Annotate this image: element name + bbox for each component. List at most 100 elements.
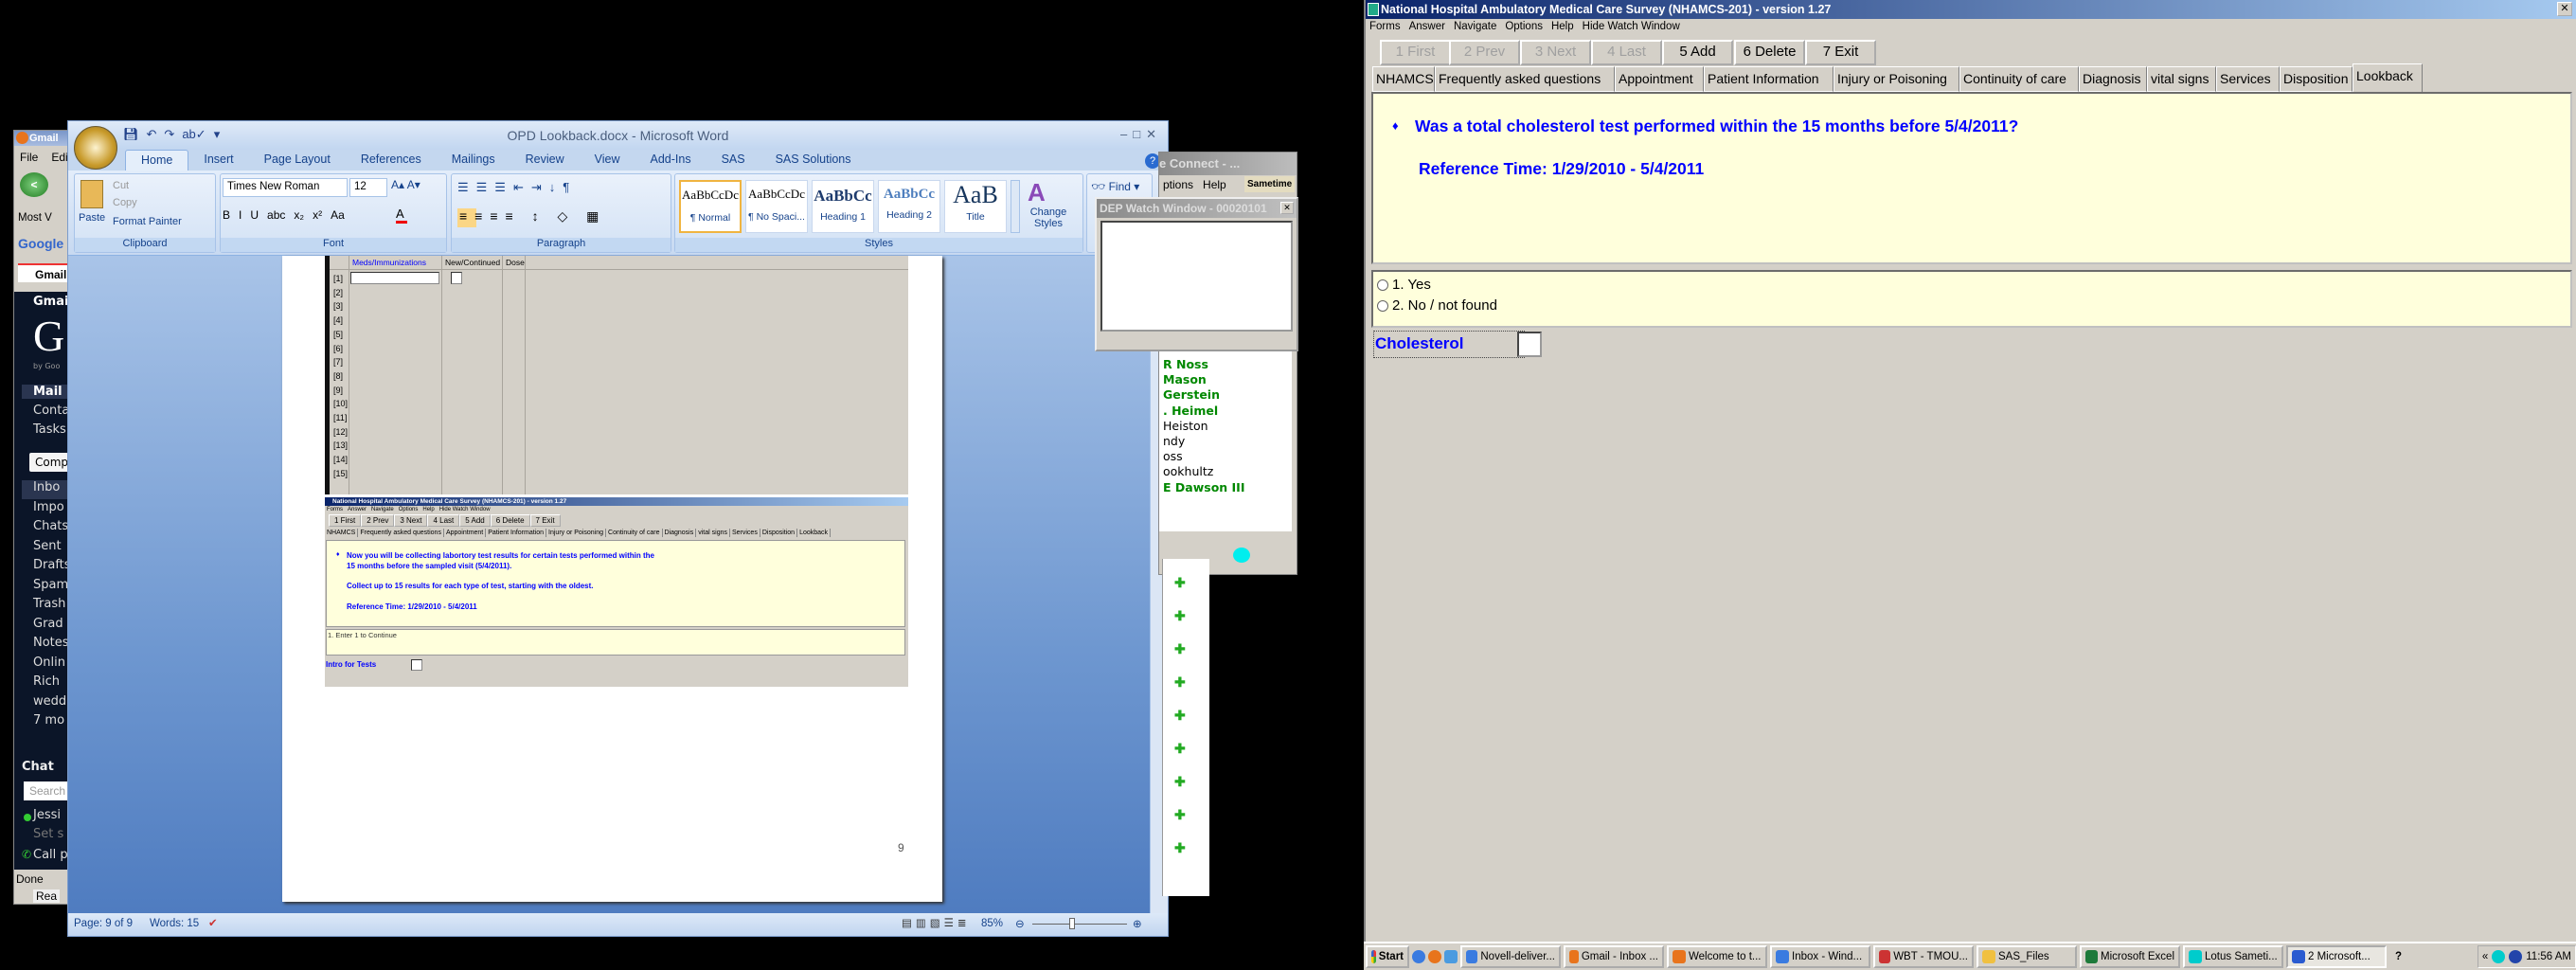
nhamcs-window[interactable]: National Hospital Ambulatory Medical Car…: [1364, 0, 2576, 942]
menu-options[interactable]: ptions: [1163, 178, 1193, 191]
taskbar-item[interactable]: Novell-deliver...: [1460, 945, 1561, 968]
change-styles-button[interactable]: Change Styles: [1022, 207, 1075, 229]
start-button[interactable]: Start: [1366, 945, 1409, 968]
find-button[interactable]: 👓︎ Find ▾: [1091, 180, 1139, 193]
list-indent-buttons[interactable]: ☰☰☰⇤⇥↓¶: [457, 180, 577, 195]
form-tab[interactable]: Patient Information: [1704, 66, 1834, 92]
grow-shrink-font[interactable]: A▴ A▾: [391, 178, 420, 191]
expand-plus-icon[interactable]: ✚: [1174, 732, 1209, 765]
redo-icon[interactable]: ↷: [164, 127, 174, 146]
toolbar-button[interactable]: 7 Exit: [1805, 40, 1876, 65]
form-tab[interactable]: NHAMCS: [1372, 66, 1435, 92]
form-tab[interactable]: Lookback: [2352, 63, 2423, 93]
zoom-level[interactable]: 85%: [981, 918, 1003, 929]
expand-plus-icon[interactable]: ✚: [1174, 832, 1209, 865]
menu-item[interactable]: Help: [1551, 21, 1574, 32]
radio-icon[interactable]: [1377, 299, 1388, 312]
sametime-tray-icon[interactable]: [2492, 950, 2506, 963]
taskbar-item[interactable]: Inbox - Wind...: [1770, 945, 1870, 968]
google-search-bar[interactable]: Google: [18, 236, 63, 251]
taskbar-item[interactable]: SAS_Files: [1977, 945, 2077, 968]
contact-item[interactable]: Heiston: [1163, 419, 1244, 434]
toolbar-button[interactable]: 6 Delete: [1734, 40, 1805, 65]
contact-item[interactable]: R Noss: [1163, 357, 1244, 372]
form-tab[interactable]: Continuity of care: [1959, 66, 2079, 92]
contact-list[interactable]: R Noss Mason Gerstein. Heimel Heiston ndy oss…: [1159, 351, 1292, 531]
expand-plus-icon[interactable]: ✚: [1174, 600, 1209, 633]
form-tab[interactable]: vital signs: [2147, 66, 2216, 92]
expand-plus-icon[interactable]: ✚: [1174, 699, 1209, 732]
font-format-button[interactable]: U: [250, 208, 259, 222]
expand-plus-icon[interactable]: ✚: [1174, 633, 1209, 666]
styles-scroll[interactable]: [1011, 180, 1020, 233]
zoom-in-icon[interactable]: ⊕: [1133, 917, 1142, 930]
chat-contact[interactable]: Jessi: [33, 808, 61, 822]
style-heading-2[interactable]: AaBbCc Heading 2: [878, 180, 940, 233]
chat-status[interactable]: Set s: [33, 827, 63, 841]
expand-plus-icon[interactable]: ✚: [1174, 799, 1209, 832]
form-tab[interactable]: Injury or Poisoning: [1834, 66, 1959, 92]
firefox-icon[interactable]: [1428, 950, 1441, 963]
chat-bubble-icon[interactable]: [1233, 548, 1250, 563]
font-size-select[interactable]: 12: [349, 178, 387, 197]
form-tab[interactable]: Disposition: [2280, 66, 2352, 92]
sametime-title[interactable]: e Connect - ...: [1159, 153, 1297, 175]
form-tab[interactable]: Appointment: [1615, 66, 1704, 92]
word-window[interactable]: OPD Lookback.docx - Microsoft Word –□✕ 💾…: [67, 120, 1169, 937]
font-format-button[interactable]: Aa: [331, 208, 345, 222]
menu-item[interactable]: Answer: [1409, 21, 1445, 32]
font-format-button[interactable]: x₂: [294, 208, 304, 222]
ribbon-tab[interactable]: View: [580, 150, 635, 171]
style-heading-1[interactable]: AaBbCc Heading 1: [812, 180, 874, 233]
font-color-icon[interactable]: A: [396, 207, 407, 224]
bookmark-most-visited[interactable]: Most V: [18, 212, 52, 224]
font-format-button[interactable]: abc: [267, 208, 285, 222]
spelling-icon[interactable]: ab✓: [182, 127, 206, 146]
taskbar-item[interactable]: Lotus Sameti...: [2183, 945, 2283, 968]
menu-item[interactable]: Forms: [1369, 21, 1401, 32]
ribbon-tab[interactable]: Home: [125, 150, 189, 171]
style-title[interactable]: AaB Title: [944, 180, 1007, 233]
contact-item[interactable]: ndy: [1163, 434, 1244, 449]
contact-item[interactable]: Gerstein: [1163, 387, 1244, 403]
ie-icon[interactable]: [1412, 950, 1425, 963]
format-painter-button[interactable]: Format Painter: [113, 216, 182, 227]
contact-item[interactable]: E Dawson III: [1163, 480, 1244, 495]
style-no-spacing[interactable]: AaBbCcDc ¶ No Spaci...: [745, 180, 808, 233]
word-title-bar[interactable]: OPD Lookback.docx - Microsoft Word: [68, 121, 1168, 150]
show-desktop-icon[interactable]: [1444, 950, 1458, 963]
copy-button[interactable]: Copy: [113, 197, 137, 208]
menu-help[interactable]: Help: [1203, 178, 1226, 191]
ribbon-tab[interactable]: Insert: [188, 150, 248, 171]
menu-file[interactable]: File: [20, 151, 38, 164]
ribbon-tab[interactable]: Add-Ins: [635, 150, 706, 171]
ribbon-tab[interactable]: SAS: [707, 150, 760, 171]
dep-watch-window[interactable]: DEP Watch Window - 00020101 ✕: [1095, 197, 1298, 351]
expand-plus-icon[interactable]: ✚: [1174, 666, 1209, 699]
toolbar-button[interactable]: 3 Next: [1520, 40, 1591, 65]
ribbon-tab[interactable]: Review: [510, 150, 580, 171]
ribbon-tab[interactable]: SAS Solutions: [760, 150, 867, 171]
zoom-out-icon[interactable]: ⊖: [1015, 917, 1025, 930]
cut-button[interactable]: Cut: [113, 180, 129, 191]
font-name-select[interactable]: Times New Roman: [223, 178, 348, 197]
taskbar-item[interactable]: Gmail - Inbox ...: [1564, 945, 1664, 968]
back-button[interactable]: <: [20, 172, 48, 197]
proofing-icon[interactable]: ✔︎: [208, 916, 218, 929]
font-format-button[interactable]: B: [223, 208, 230, 222]
contact-item[interactable]: oss: [1163, 449, 1244, 464]
taskbar-item[interactable]: Welcome to t...: [1667, 945, 1767, 968]
form-tab[interactable]: Services: [2216, 66, 2280, 92]
office-button[interactable]: [74, 126, 117, 170]
contact-item[interactable]: ookhultz: [1163, 464, 1244, 479]
taskbar-item[interactable]: Microsoft Excel: [2080, 945, 2180, 968]
toolbar-button[interactable]: 4 Last: [1591, 40, 1662, 65]
expand-plus-icon[interactable]: ✚: [1174, 765, 1209, 799]
toolbar-button[interactable]: 2 Prev: [1449, 40, 1520, 65]
close-icon[interactable]: ✕: [2557, 2, 2572, 16]
toolbar-button[interactable]: 1 First: [1380, 40, 1451, 65]
help-tray-icon[interactable]: ?: [2395, 951, 2402, 962]
nav-tasks[interactable]: Tasks: [33, 422, 66, 437]
alignment-buttons[interactable]: ≡≡≡≡ ↕ ◇ ▦: [459, 208, 606, 225]
page-count[interactable]: Page: 9 of 9: [74, 918, 133, 929]
